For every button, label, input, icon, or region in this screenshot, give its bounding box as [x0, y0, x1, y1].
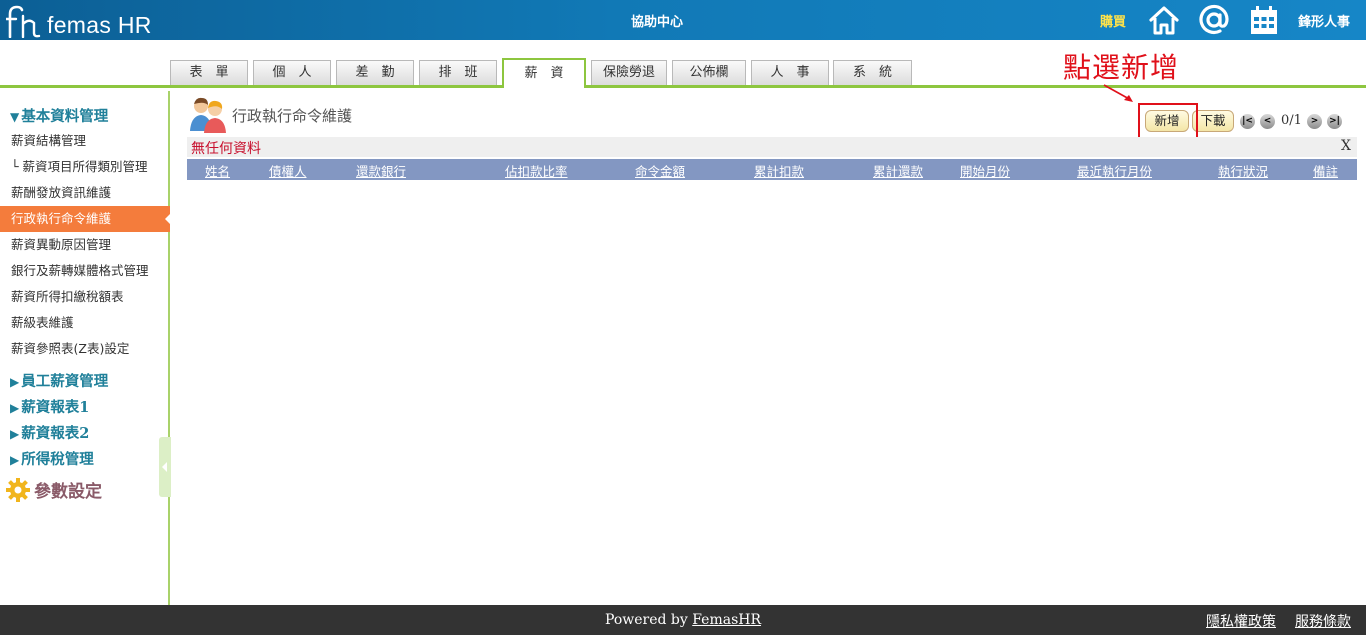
- close-message-button[interactable]: X: [1341, 138, 1351, 154]
- sidebar-item-payment-info[interactable]: 薪酬發放資訊維護: [0, 180, 170, 206]
- prev-page-icon[interactable]: <: [1260, 114, 1275, 129]
- top-bar: femas HR 協助中心 購買 鋒形人事: [0, 0, 1366, 40]
- logo-text: femas HR: [47, 12, 152, 38]
- terms-of-service-link[interactable]: 服務條款: [1295, 611, 1351, 631]
- page-info: 0/1: [1281, 113, 1302, 128]
- section-label: 員工薪資管理: [21, 373, 109, 390]
- column-header[interactable]: 執行狀況: [1218, 161, 1268, 180]
- sidebar-param-settings[interactable]: 參數設定: [6, 477, 102, 502]
- section-label: 薪資報表2: [21, 425, 90, 442]
- sidebar-item-reference-table[interactable]: 薪資參照表(Z表)設定: [0, 336, 170, 362]
- annotation-text: 點選新增: [1063, 51, 1180, 84]
- sidebar-section-income-tax[interactable]: ▶ 所得稅管理: [10, 448, 94, 469]
- logo-mark-icon: [6, 5, 41, 38]
- sidebar-item-salary-income-category[interactable]: └ 薪資項目所得類別管理: [0, 154, 170, 180]
- tab-personnel[interactable]: 人 事: [751, 60, 829, 85]
- column-header[interactable]: 命令金額: [635, 161, 685, 180]
- column-header[interactable]: 佔扣款比率: [505, 161, 568, 180]
- calendar-icon[interactable]: [1248, 4, 1280, 36]
- download-button[interactable]: 下載: [1192, 110, 1234, 132]
- section-label: 薪資報表1: [21, 399, 90, 416]
- message-bar: 無任何資料 X: [187, 137, 1357, 157]
- privacy-policy-link[interactable]: 隱私權政策: [1206, 611, 1276, 631]
- help-center-link[interactable]: 協助中心: [612, 11, 702, 30]
- sidebar-section-basic[interactable]: ▼ 基本資料管理: [10, 105, 108, 126]
- sidebar: ▼ 基本資料管理 薪資結構管理 └ 薪資項目所得類別管理 薪酬發放資訊維護 行政執…: [0, 91, 172, 605]
- no-data-message: 無任何資料: [191, 141, 261, 157]
- femashr-link[interactable]: FemasHR: [692, 612, 761, 628]
- column-header[interactable]: 開始月份: [960, 161, 1010, 180]
- people-icon: [190, 97, 226, 133]
- at-icon[interactable]: [1198, 4, 1230, 36]
- gear-icon: [6, 477, 30, 502]
- sidebar-item-salary-grade[interactable]: 薪級表維護: [0, 310, 170, 336]
- sidebar-item-change-reason[interactable]: 薪資異動原因管理: [0, 232, 170, 258]
- column-header[interactable]: 姓名: [205, 161, 230, 180]
- sidebar-item-bank-format[interactable]: 銀行及薪轉媒體格式管理: [0, 258, 170, 284]
- tab-insurance[interactable]: 保險勞退: [591, 60, 667, 85]
- column-header[interactable]: 累計還款: [873, 161, 923, 180]
- sidebar-item-withholding-table[interactable]: 薪資所得扣繳稅額表: [0, 284, 170, 310]
- first-page-icon[interactable]: |<: [1240, 114, 1255, 129]
- triangle-right-icon: ▶: [10, 453, 20, 467]
- column-header[interactable]: 債權人: [269, 161, 307, 180]
- sidebar-collapse-handle[interactable]: [159, 437, 171, 497]
- column-header[interactable]: 備註: [1313, 161, 1338, 180]
- tab-system[interactable]: 系 統: [833, 60, 912, 85]
- sidebar-item-salary-structure[interactable]: 薪資結構管理: [0, 128, 170, 154]
- section-label: 基本資料管理: [21, 108, 109, 125]
- add-button-highlight: [1138, 103, 1198, 139]
- column-header[interactable]: 還款銀行: [356, 161, 406, 180]
- sidebar-section-employee-salary[interactable]: ▶ 員工薪資管理: [10, 370, 108, 391]
- triangle-down-icon: ▼: [10, 110, 20, 124]
- sidebar-section-report1[interactable]: ▶ 薪資報表1: [10, 396, 89, 417]
- next-page-icon[interactable]: >: [1307, 114, 1322, 129]
- triangle-right-icon: ▶: [10, 375, 20, 389]
- tab-forms[interactable]: 表 單: [170, 60, 248, 85]
- buy-link[interactable]: 購買: [1100, 11, 1126, 30]
- tab-attendance[interactable]: 差 勤: [336, 60, 414, 85]
- triangle-right-icon: ▶: [10, 427, 20, 441]
- powered-by-text: Powered by: [604, 612, 693, 628]
- sidebar-section-report2[interactable]: ▶ 薪資報表2: [10, 422, 89, 443]
- company-name: 鋒形人事: [1298, 15, 1351, 30]
- column-header[interactable]: 累計扣款: [754, 161, 804, 180]
- annotation-arrow-icon: [1103, 84, 1133, 102]
- column-header[interactable]: 最近執行月份: [1077, 161, 1152, 180]
- last-page-icon[interactable]: >|: [1327, 114, 1342, 129]
- section-label: 所得稅管理: [21, 451, 94, 468]
- femas-logo[interactable]: femas HR: [6, 2, 152, 38]
- table-header: 姓名 債權人 還款銀行 佔扣款比率 命令金額 累計扣款 累計還款 開始月份 最近…: [187, 159, 1357, 180]
- tab-payroll[interactable]: 薪 資: [502, 58, 586, 88]
- page-title: 行政執行命令維護: [232, 107, 353, 125]
- home-icon[interactable]: [1148, 4, 1180, 36]
- tab-bulletin[interactable]: 公佈欄: [672, 60, 746, 85]
- param-settings-label: 參數設定: [34, 482, 102, 502]
- powered-by: Powered by FemasHR: [0, 612, 1366, 628]
- triangle-right-icon: ▶: [10, 401, 20, 415]
- sidebar-item-executive-order[interactable]: 行政執行命令維護: [0, 206, 172, 232]
- tab-scheduling[interactable]: 排 班: [419, 60, 497, 85]
- tab-personal[interactable]: 個 人: [253, 60, 331, 85]
- footer: Powered by FemasHR 隱私權政策 服務條款: [0, 605, 1366, 635]
